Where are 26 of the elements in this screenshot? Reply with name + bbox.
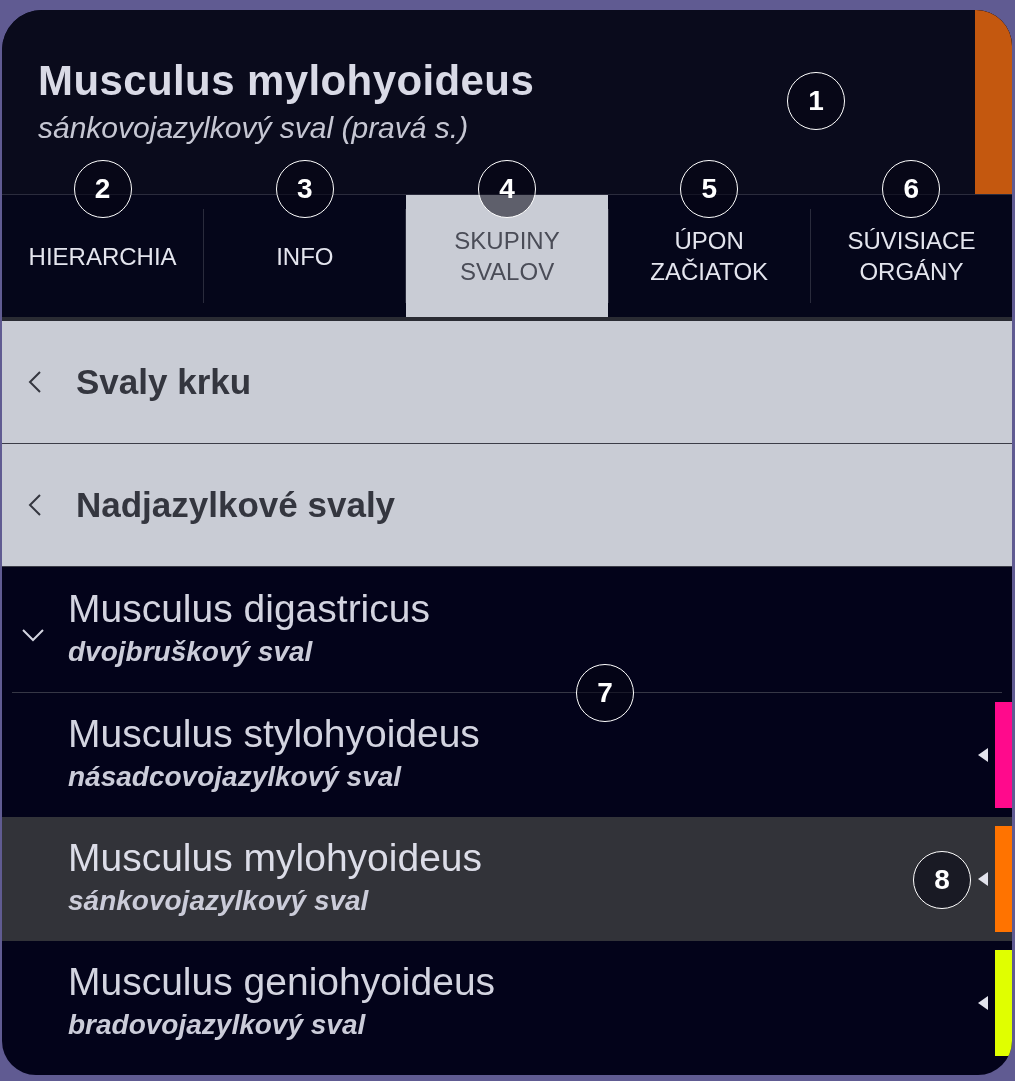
callout-number: 7 xyxy=(576,664,634,722)
item-subtitle: dvojbruškový sval xyxy=(68,634,313,669)
callout-number: 3 xyxy=(275,160,334,218)
chevron-left-icon xyxy=(28,494,42,516)
item-title: Musculus digastricus xyxy=(68,586,430,631)
group-nav-row[interactable]: Nadjazylkové svaly xyxy=(2,444,1012,567)
item-title: Musculus geniohyoideus xyxy=(68,960,496,1004)
item-subtitle: násadcovojazylkový sval xyxy=(68,760,402,794)
item-subtitle: sánkovojazylkový sval xyxy=(68,884,369,918)
item-title: Musculus stylohyoideus xyxy=(68,712,480,756)
callout-number: 8 xyxy=(913,851,971,909)
callout-number: 5 xyxy=(680,160,739,218)
caret-left-icon xyxy=(978,872,988,886)
item-title: Musculus mylohyoideus xyxy=(68,836,482,880)
item-subtitle: bradovojazylkový sval xyxy=(68,1008,366,1042)
callout-number: 2 xyxy=(73,160,132,218)
muscle-subtitle: sánkovojazylkový sval (pravá s.) xyxy=(38,110,469,146)
caret-left-icon xyxy=(978,996,988,1010)
callout-number: 6 xyxy=(882,160,941,218)
group-nav-row[interactable]: Svaly krku xyxy=(2,321,1012,444)
chevron-left-icon xyxy=(28,371,42,393)
caret-left-icon xyxy=(978,748,988,762)
callout-number: 4 xyxy=(478,160,536,218)
callout-number: 1 xyxy=(787,72,845,130)
muscle-title: Musculus mylohyoideus xyxy=(38,56,535,106)
list-item[interactable]: Musculus geniohyoideus bradovojazylkový sval xyxy=(2,941,1012,1065)
